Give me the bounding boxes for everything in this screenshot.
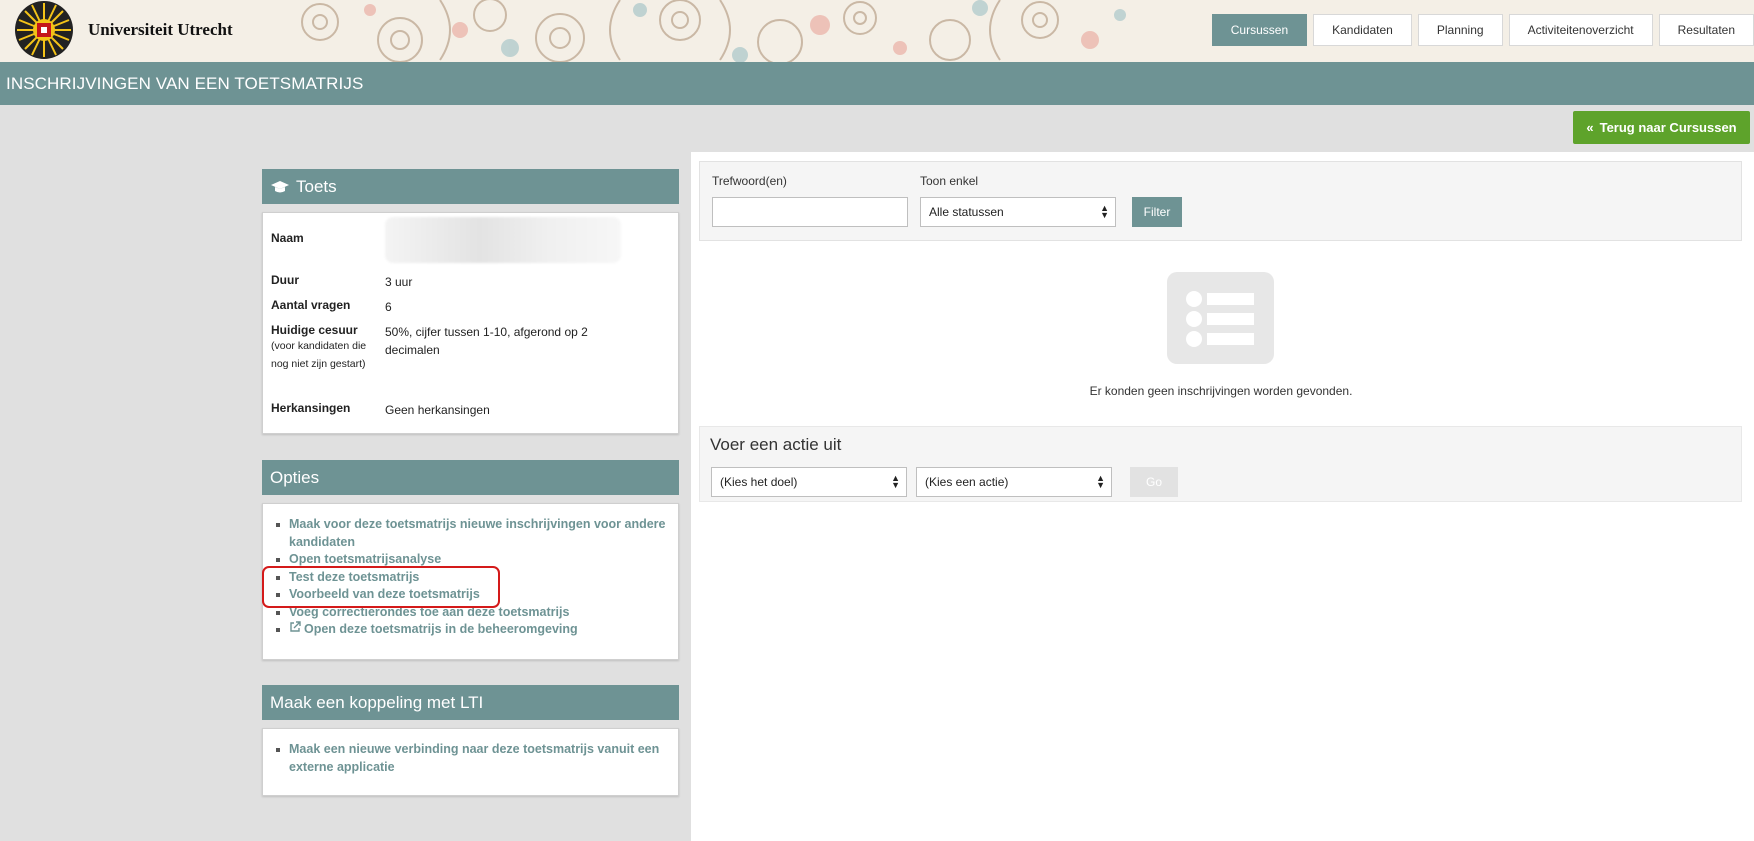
duur-value: 3 uur — [385, 275, 413, 289]
opties-heading: Opties — [270, 467, 320, 487]
keyword-input[interactable] — [712, 197, 908, 227]
action-box: Voer een actie uit (Kies het doel) ▲ ▼ (K… — [699, 426, 1742, 502]
university-logo[interactable] — [12, 0, 76, 62]
herkansingen-value: Geen herkansingen — [385, 403, 490, 417]
lti-panel-header: Maak een koppeling met LTI — [262, 685, 679, 720]
go-button[interactable]: Go — [1130, 467, 1178, 497]
filter-button[interactable]: Filter — [1132, 197, 1182, 227]
enrollments-panel: Trefwoord(en) Toon enkel Alle statussen … — [691, 152, 1754, 841]
nav-tab-resultaten[interactable]: Resultaten — [1658, 14, 1754, 46]
action-select-value: (Kies een actie) — [925, 475, 1009, 489]
external-link-icon — [289, 621, 301, 639]
status-select[interactable]: Alle statussen ▲ ▼ — [920, 197, 1116, 227]
lti-heading: Maak een koppeling met LTI — [270, 692, 484, 712]
filter-box: Trefwoord(en) Toon enkel Alle statussen … — [699, 161, 1742, 241]
keyword-label: Trefwoord(en) — [712, 174, 787, 188]
lti-list: Maak een nieuwe verbinding naar deze toe… — [275, 741, 670, 776]
back-button-label: Terug naar Cursussen — [1599, 120, 1737, 135]
nav-tab-kandidaten[interactable]: Kandidaten — [1313, 14, 1412, 46]
toets-panel-body: Naam Duur 3 uur Aantal vragen 6 Huidige … — [262, 212, 679, 434]
toets-panel-header: Toets — [262, 169, 679, 204]
toets-heading: Toets — [296, 176, 337, 196]
list-icon — [1167, 272, 1274, 364]
status-select-value: Alle statussen — [929, 205, 1004, 219]
action-title: Voer een actie uit — [710, 435, 842, 454]
status-label: Toon enkel — [920, 174, 979, 188]
highlight-annotation — [262, 566, 500, 608]
back-to-courses-button[interactable]: « Terug naar Cursussen — [1573, 111, 1750, 144]
select-arrows-icon: ▲ ▼ — [1096, 473, 1105, 490]
select-arrows-icon: ▲ ▼ — [891, 473, 900, 490]
naam-value-redacted — [385, 217, 621, 263]
cesuur-sub: (voor kandidaten die nog niet zijn gesta… — [271, 340, 367, 370]
herkansingen-label: Herkansingen — [271, 401, 351, 415]
lti-new-connection-link[interactable]: Maak een nieuwe verbinding naar deze toe… — [275, 741, 670, 776]
target-select-value: (Kies het doel) — [720, 475, 798, 489]
page-title-bar: INSCHRIJVINGEN VAN EEN TOETSMATRIJS — [0, 62, 1754, 105]
nav-tab-activiteitenoverzicht[interactable]: Activiteitenoverzicht — [1508, 14, 1653, 46]
main-nav: Cursussen Kandidaten Planning Activiteit… — [1211, 14, 1754, 46]
cesuur-label: Huidige cesuur (voor kandidaten die nog n… — [271, 323, 381, 373]
vragen-value: 6 — [385, 300, 392, 314]
cesuur-value: 50%, cijfer tussen 1-10, afgerond op 2 d… — [385, 325, 588, 357]
brand-name: Universiteit Utrecht — [88, 20, 233, 39]
duur-label: Duur — [271, 273, 299, 287]
header-gears-pattern — [301, 0, 1126, 62]
empty-state-message: Er konden geen inschrijvingen worden gev… — [1089, 384, 1353, 398]
option-new-enrollments-link[interactable]: Maak voor deze toetsmatrijs nieuwe insch… — [275, 516, 670, 551]
lti-panel-body: Maak een nieuwe verbinding naar deze toe… — [262, 728, 679, 796]
page-title: INSCHRIJVINGEN VAN EEN TOETSMATRIJS — [6, 74, 364, 93]
graduation-cap-icon — [271, 180, 289, 192]
naam-label: Naam — [271, 231, 304, 245]
option-open-admin-label: Open deze toetsmatrijs in de beheeromgev… — [304, 622, 578, 636]
action-select[interactable]: (Kies een actie) ▲ ▼ — [916, 467, 1112, 497]
nav-tab-planning[interactable]: Planning — [1417, 14, 1503, 46]
option-open-admin-link[interactable]: Open deze toetsmatrijs in de beheeromgev… — [275, 621, 670, 639]
double-chevron-left-icon: « — [1586, 120, 1594, 135]
top-header: Universiteit Utrecht Cursussen Kandidate… — [0, 0, 1754, 62]
select-arrows-icon: ▲ ▼ — [1100, 203, 1109, 220]
nav-tab-cursussen[interactable]: Cursussen — [1211, 14, 1308, 46]
target-select[interactable]: (Kies het doel) ▲ ▼ — [711, 467, 907, 497]
vragen-label: Aantal vragen — [271, 298, 351, 312]
opties-panel-header: Opties — [262, 460, 679, 495]
cesuur-label-text: Huidige cesuur — [271, 323, 358, 337]
